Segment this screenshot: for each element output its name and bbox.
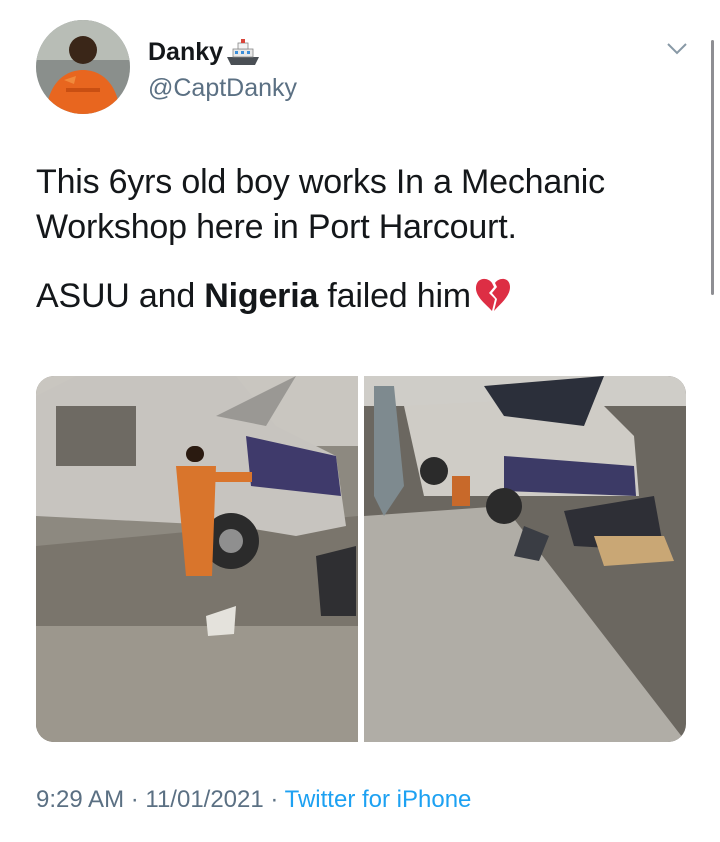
tweet-time[interactable]: 9:29 AM bbox=[36, 786, 124, 813]
user-handle[interactable]: @CaptDanky bbox=[148, 74, 297, 103]
display-name-text: Danky bbox=[148, 38, 224, 66]
separator: · bbox=[263, 786, 285, 813]
tweet-text: This 6yrs old boy works In a Mechanic Wo… bbox=[36, 160, 696, 319]
broken-heart-icon bbox=[473, 277, 513, 313]
photo-left[interactable] bbox=[36, 376, 358, 742]
tweet-date[interactable]: 11/01/2021 bbox=[145, 786, 263, 813]
scrollbar[interactable] bbox=[711, 40, 714, 295]
tweet-line-1: This 6yrs old boy works In a Mechanic Wo… bbox=[36, 163, 605, 246]
separator: · bbox=[124, 786, 146, 813]
photo-right[interactable] bbox=[364, 376, 686, 742]
tweet-header: Danky @CaptDanky bbox=[36, 20, 700, 120]
tweet-line-2-prefix: ASUU and bbox=[36, 277, 205, 315]
tweet-timestamp: 9:29 AM · 11/01/2021 · Twitter for iPhon… bbox=[36, 786, 471, 814]
tweet-line-2: ASUU and Nigeria failed him bbox=[36, 274, 696, 319]
tweet-line-2-suffix: failed him bbox=[318, 277, 471, 315]
tweet-source-link[interactable]: Twitter for iPhone bbox=[285, 786, 472, 813]
ship-icon bbox=[225, 38, 261, 67]
chevron-down-icon[interactable] bbox=[666, 42, 688, 56]
tweet-media[interactable] bbox=[36, 376, 686, 742]
tweet-bold-word: Nigeria bbox=[204, 277, 319, 315]
avatar[interactable] bbox=[36, 20, 130, 114]
display-name[interactable]: Danky bbox=[148, 38, 261, 67]
